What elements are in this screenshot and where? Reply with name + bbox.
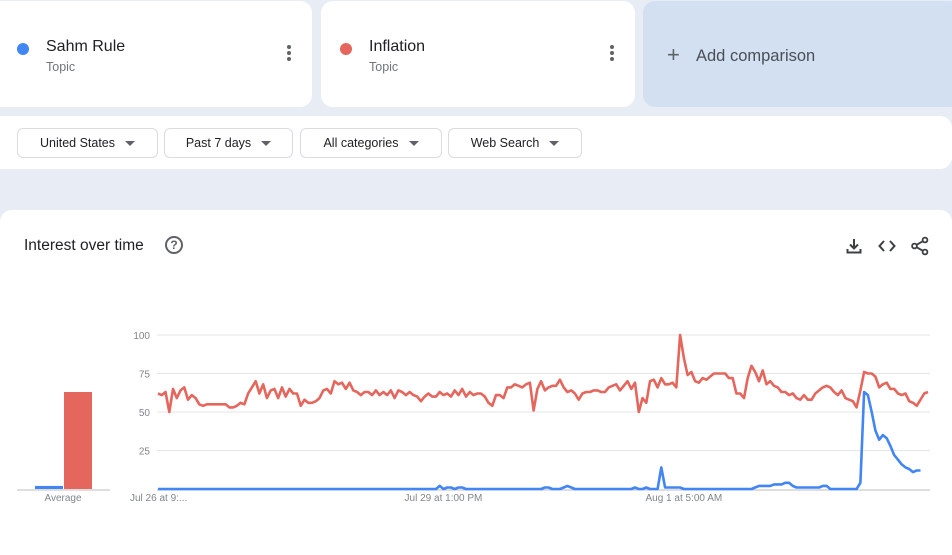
y-tick-label: 50	[139, 408, 151, 419]
y-tick-label: 25	[139, 447, 151, 458]
average-bar-inflation[interactable]	[64, 391, 92, 489]
average-bar-chart: Average	[17, 391, 110, 504]
series-line-sahm-rule[interactable]	[158, 390, 921, 491]
x-tick-label: Jul 26 at 9:...	[130, 493, 187, 504]
x-tick-label: Jul 29 at 1:00 PM	[405, 493, 483, 504]
average-label: Average	[44, 493, 82, 504]
x-axis-labels: Jul 26 at 9:... Jul 29 at 1:00 PM Aug 1 at…	[130, 493, 722, 504]
x-tick-label: Aug 1 at 5:00 AM	[645, 493, 722, 504]
y-tick-label: 75	[139, 370, 151, 381]
chart-gridlines	[157, 334, 930, 491]
y-tick-label: 100	[133, 331, 150, 342]
average-bar-sahm-rule[interactable]	[35, 485, 63, 489]
y-axis-labels: 25 50 75 100	[133, 331, 150, 458]
interest-over-time-chart: Average 25 50 75 100 Jul 26 at 9:... Jul 29 …	[17, 331, 930, 504]
